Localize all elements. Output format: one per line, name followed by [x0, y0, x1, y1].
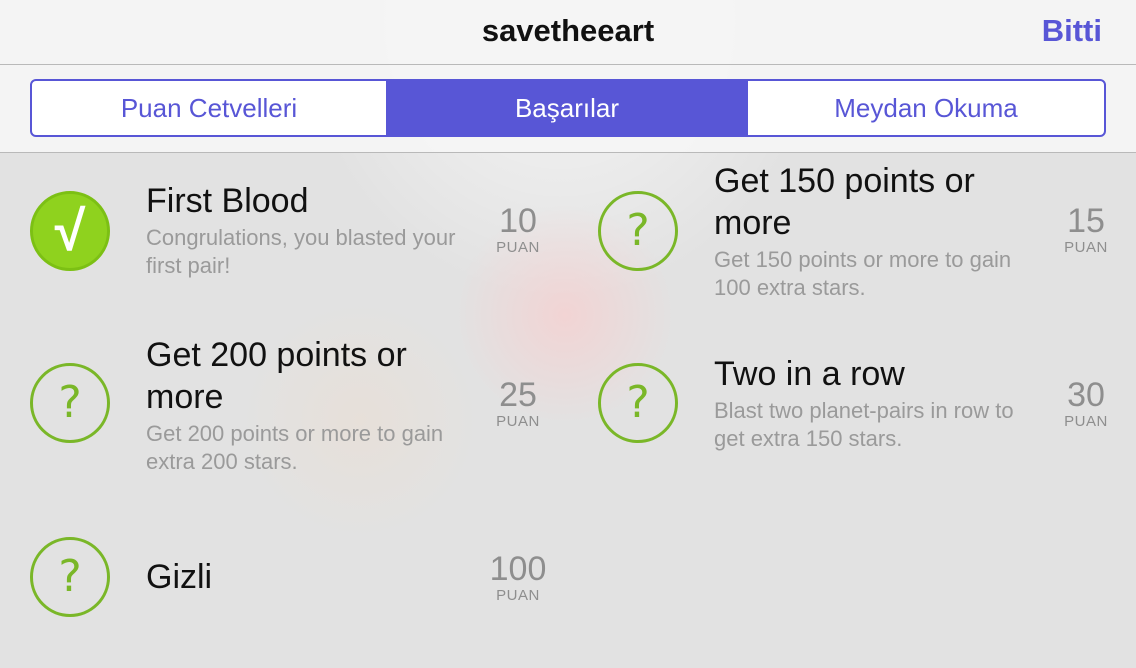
achievement-badge: √	[30, 191, 110, 271]
points-value: 100	[489, 550, 547, 588]
achievement-description: Get 200 points or more to gain extra 200…	[146, 421, 444, 474]
achievement-get-200[interactable]: ? Get 200 points or more Get 200 points …	[30, 334, 570, 494]
achievement-title: Get 200 points or more	[146, 336, 407, 416]
segment-toolbar: Puan Cetvelleri Başarılar Meydan Okuma	[0, 65, 1136, 153]
tab-achievements[interactable]: Başarılar	[388, 81, 748, 135]
achievement-badge: ?	[30, 537, 110, 617]
achievement-description: Congrulations, you blasted your first pa…	[146, 225, 456, 278]
achievement-points: 10 PUAN	[483, 203, 553, 257]
navigation-bar: savetheeart Bitti	[0, 0, 1136, 65]
points-value: 15	[1067, 202, 1105, 240]
points-unit: PUAN	[496, 587, 540, 604]
points-value: 10	[499, 202, 537, 240]
nav-title: savetheeart	[481, 13, 655, 48]
achievement-description: Get 150 points or more to gain 100 extra…	[714, 247, 1012, 300]
achievement-title: Gizli	[146, 558, 213, 596]
achievement-title: First Blood	[146, 182, 309, 220]
achievement-title: Get 150 points or more	[714, 162, 975, 242]
question-icon: ?	[626, 377, 650, 428]
check-icon: √	[54, 199, 86, 262]
question-icon: ?	[58, 551, 82, 602]
done-button[interactable]: Bitti	[1042, 0, 1102, 64]
points-unit: PUAN	[496, 239, 540, 256]
achievement-first-blood[interactable]: √ First Blood Congrulations, you blasted…	[30, 160, 570, 320]
points-unit: PUAN	[1064, 413, 1108, 430]
achievement-points: 25 PUAN	[483, 377, 553, 431]
question-icon: ?	[58, 377, 82, 428]
achievement-get-150[interactable]: ? Get 150 points or more Get 150 points …	[598, 160, 1136, 320]
achievement-hidden[interactable]: ? Gizli 100 PUAN	[30, 508, 570, 668]
achievement-badge: ?	[30, 363, 110, 443]
points-value: 25	[499, 376, 537, 414]
question-icon: ?	[626, 205, 650, 256]
segmented-control: Puan Cetvelleri Başarılar Meydan Okuma	[30, 79, 1106, 137]
achievement-points: 100 PUAN	[483, 551, 553, 605]
achievement-description: Blast two planet-pairs in row to get ext…	[714, 398, 1014, 451]
achievement-points: 30 PUAN	[1051, 377, 1121, 431]
tab-challenges[interactable]: Meydan Okuma	[748, 81, 1104, 135]
tab-leaderboards[interactable]: Puan Cetvelleri	[32, 81, 388, 135]
points-value: 30	[1067, 376, 1105, 414]
points-unit: PUAN	[496, 413, 540, 430]
achievement-badge: ?	[598, 363, 678, 443]
achievement-title: Two in a row	[714, 355, 905, 393]
achievement-badge: ?	[598, 191, 678, 271]
points-unit: PUAN	[1064, 239, 1108, 256]
achievement-points: 15 PUAN	[1051, 203, 1121, 257]
achievement-two-in-a-row[interactable]: ? Two in a row Blast two planet-pairs in…	[598, 334, 1136, 494]
